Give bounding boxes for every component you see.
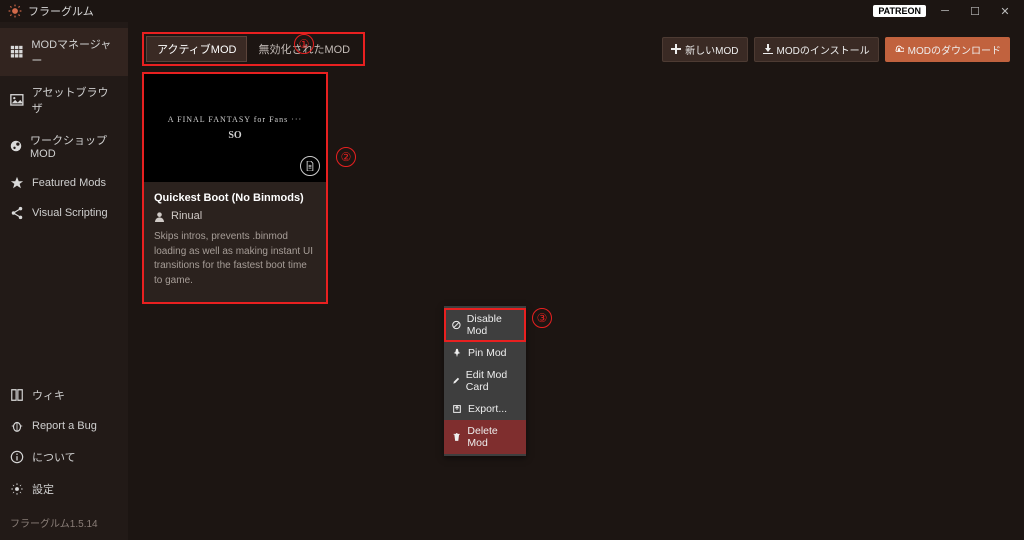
minimize-button[interactable]: ─: [930, 1, 960, 21]
tabs-row: アクティブMOD 無効化されたMOD 新しいMOD MODのインストール MOD…: [128, 22, 1024, 74]
patreon-badge[interactable]: PATREON: [873, 5, 926, 17]
mod-author-name: Rinual: [171, 210, 202, 222]
sidebar-item-label: 設定: [32, 481, 54, 497]
sidebar-item-scripting[interactable]: Visual Scripting: [0, 198, 128, 228]
mod-description: Skips intros, prevents .binmod loading a…: [154, 230, 316, 288]
annotation-3: ③: [532, 308, 552, 328]
sidebar-item-label: について: [32, 449, 76, 465]
sidebar: MODマネージャー アセットブラウザ ワークショップMOD Featured M…: [0, 22, 128, 540]
document-icon: [305, 161, 315, 171]
sidebar-item-label: アセットブラウザ: [32, 84, 118, 116]
book-icon: [10, 388, 24, 402]
bug-icon: [10, 419, 24, 433]
mod-thumbnail: A FINAL FANTASY for Fans ··· SO: [144, 74, 326, 182]
download-icon: [763, 44, 773, 54]
sidebar-item-about[interactable]: について: [0, 441, 128, 473]
maximize-button[interactable]: ☐: [960, 1, 990, 21]
mod-doc-badge[interactable]: [300, 156, 320, 176]
ctx-label: Edit Mod Card: [466, 369, 518, 393]
ctx-pin-mod[interactable]: Pin Mod: [444, 342, 526, 364]
mod-card[interactable]: A FINAL FANTASY for Fans ··· SO Quickest…: [142, 72, 328, 304]
version-label: フラーグルム1.5.14: [0, 505, 128, 540]
sidebar-item-label: Report a Bug: [32, 420, 97, 432]
app-icon: [8, 4, 22, 18]
mod-title: Quickest Boot (No Binmods): [154, 192, 316, 204]
image-icon: [10, 93, 24, 107]
ctx-delete-mod[interactable]: Delete Mod: [444, 420, 526, 454]
sidebar-item-report-bug[interactable]: Report a Bug: [0, 411, 128, 441]
button-label: MODのインストール: [777, 42, 870, 57]
sidebar-item-label: MODマネージャー: [31, 36, 118, 68]
sidebar-item-featured[interactable]: Featured Mods: [0, 168, 128, 198]
sidebar-item-label: Featured Mods: [32, 177, 106, 189]
sidebar-item-workshop[interactable]: ワークショップMOD: [0, 124, 128, 168]
pin-icon: [452, 348, 462, 358]
ctx-label: Delete Mod: [467, 425, 518, 449]
info-icon: [10, 450, 24, 464]
install-mod-button[interactable]: MODのインストール: [754, 37, 879, 62]
sidebar-item-label: ワークショップMOD: [30, 132, 118, 160]
sidebar-item-label: Visual Scripting: [32, 207, 108, 219]
trash-icon: [452, 432, 461, 442]
ctx-disable-mod[interactable]: Disable Mod: [444, 308, 526, 342]
share-icon: [10, 206, 24, 220]
export-icon: [452, 404, 462, 414]
grid-icon: [10, 45, 23, 59]
pencil-icon: [452, 376, 460, 386]
steam-icon: [10, 139, 22, 153]
thumb-line2: SO: [228, 130, 241, 141]
gear-icon: [10, 482, 24, 496]
tab-active-mods[interactable]: アクティブMOD: [146, 36, 247, 62]
ctx-label: Pin Mod: [468, 347, 507, 359]
annotation-2: ②: [336, 147, 356, 167]
sidebar-item-wiki[interactable]: ウィキ: [0, 379, 128, 411]
new-mod-button[interactable]: 新しいMOD: [662, 37, 747, 62]
ctx-label: Disable Mod: [467, 313, 518, 337]
disable-icon: [452, 320, 461, 330]
title-bar: フラーグルム PATREON ─ ☐ ✕: [0, 0, 1024, 22]
mod-context-menu: Disable Mod Pin Mod Edit Mod Card Export…: [444, 306, 526, 456]
download-mods-button[interactable]: MODのダウンロード: [885, 37, 1010, 62]
user-icon: [154, 211, 165, 222]
button-label: 新しいMOD: [685, 42, 738, 57]
main-area: アクティブMOD 無効化されたMOD 新しいMOD MODのインストール MOD…: [128, 22, 1024, 540]
star-icon: [10, 176, 24, 190]
cloud-download-icon: [894, 44, 904, 54]
app-title: フラーグルム: [28, 3, 873, 19]
sidebar-item-mod-manager[interactable]: MODマネージャー: [0, 28, 128, 76]
mod-author: Rinual: [154, 210, 316, 222]
mod-card-body: Quickest Boot (No Binmods) Rinual Skips …: [144, 182, 326, 302]
close-button[interactable]: ✕: [990, 1, 1020, 21]
ctx-label: Export...: [468, 403, 507, 415]
tabs-highlight-box: アクティブMOD 無効化されたMOD: [142, 32, 365, 66]
ctx-export[interactable]: Export...: [444, 398, 526, 420]
sidebar-item-settings[interactable]: 設定: [0, 473, 128, 505]
sidebar-item-asset-browser[interactable]: アセットブラウザ: [0, 76, 128, 124]
annotation-1: ①: [294, 34, 314, 54]
thumb-line1: A FINAL FANTASY for Fans ···: [168, 115, 302, 124]
ctx-edit-card[interactable]: Edit Mod Card: [444, 364, 526, 398]
button-label: MODのダウンロード: [908, 42, 1001, 57]
plus-icon: [671, 44, 681, 54]
sidebar-item-label: ウィキ: [32, 387, 65, 403]
